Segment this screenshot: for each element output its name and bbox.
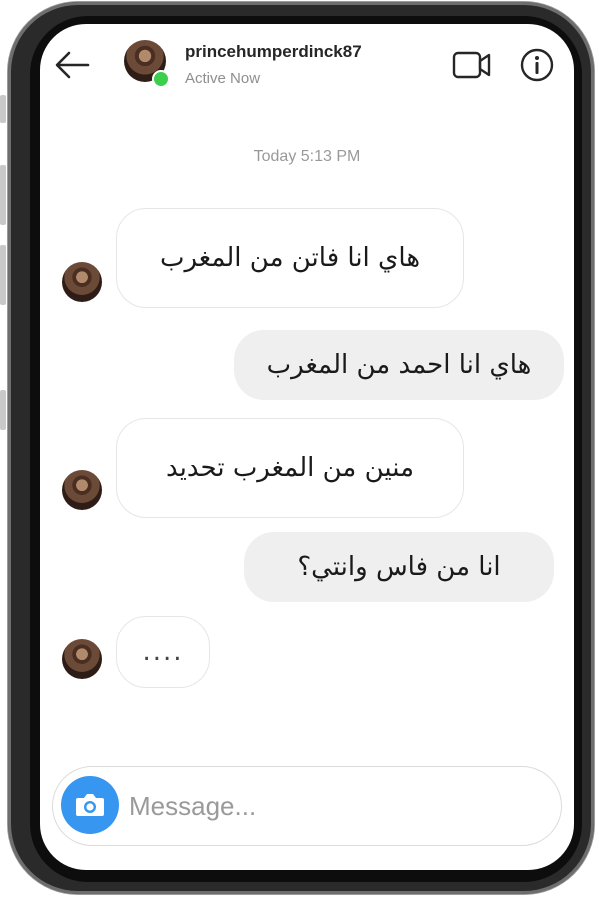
- phone-side-button: [0, 95, 6, 123]
- avatar-image: [62, 262, 102, 302]
- message-sender-avatar[interactable]: [62, 262, 102, 302]
- avatar-image: [62, 470, 102, 510]
- back-button[interactable]: [52, 48, 92, 82]
- contact-status: Active Now: [185, 70, 261, 87]
- phone-volume-down-button: [0, 245, 6, 305]
- message-sender-avatar[interactable]: [62, 639, 102, 679]
- outgoing-message-bubble[interactable]: هاي انا احمد من المغرب: [234, 330, 564, 400]
- video-call-button[interactable]: [452, 50, 492, 80]
- incoming-message-bubble[interactable]: ....: [116, 616, 210, 688]
- message-composer: [52, 766, 562, 846]
- phone-volume-up-button: [0, 165, 6, 225]
- camera-icon: [76, 794, 104, 816]
- camera-button[interactable]: [61, 776, 119, 834]
- info-icon: [520, 48, 554, 82]
- online-status-dot: [152, 70, 170, 88]
- chat-header: princehumperdinck87 Active Now: [40, 24, 574, 104]
- message-input[interactable]: [127, 785, 551, 827]
- incoming-message-bubble[interactable]: هاي انا فاتن من المغرب: [116, 208, 464, 308]
- video-camera-icon: [452, 51, 491, 79]
- back-arrow-icon: [55, 51, 90, 79]
- conversation-info-button[interactable]: [520, 48, 554, 82]
- phone-side-button-lower: [0, 390, 6, 430]
- outgoing-message-bubble[interactable]: انا من فاس وانتي؟: [244, 532, 554, 602]
- contact-username[interactable]: princehumperdinck87: [185, 42, 362, 62]
- avatar-image: [62, 639, 102, 679]
- message-sender-avatar[interactable]: [62, 470, 102, 510]
- chat-screen: princehumperdinck87 Active Now Today 5:1…: [40, 24, 574, 870]
- incoming-message-bubble[interactable]: منين من المغرب تحديد: [116, 418, 464, 518]
- thread-timestamp: Today 5:13 PM: [253, 148, 361, 165]
